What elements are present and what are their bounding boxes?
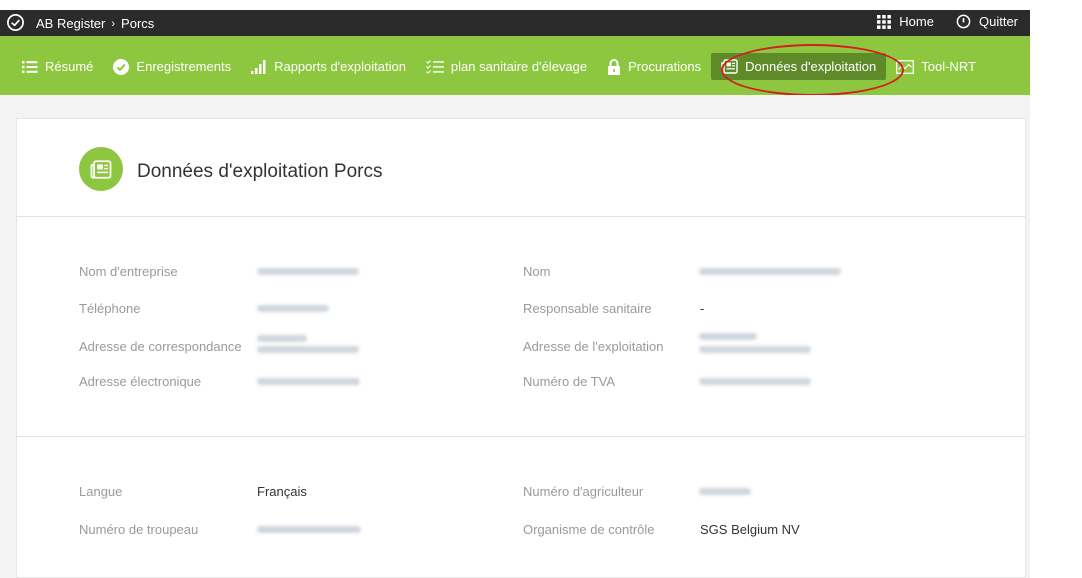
home-link[interactable]: Home xyxy=(877,14,934,29)
newspaper-icon xyxy=(721,59,738,74)
breadcrumb-separator: › xyxy=(111,17,116,30)
nav-procurations[interactable]: Procurations xyxy=(597,53,711,80)
vat-label: Numéro de TVA xyxy=(523,374,616,389)
farmer-number-value-redacted xyxy=(699,488,751,495)
check-circle-icon xyxy=(113,58,130,75)
nav-rapports[interactable]: Rapports d'exploitation xyxy=(241,53,416,80)
content-area: Données d'exploitation Porcs Nom d'entre… xyxy=(0,95,1030,578)
corr-address-line1-redacted xyxy=(257,335,307,342)
home-label: Home xyxy=(899,14,934,29)
phone-label: Téléphone xyxy=(79,301,141,316)
nav-resume[interactable]: Résumé xyxy=(12,53,103,80)
nav-donnees-exploitation[interactable]: Données d'exploitation xyxy=(711,53,887,80)
farm-data-card: Données d'exploitation Porcs Nom d'entre… xyxy=(16,118,1026,578)
control-org-label: Organisme de contrôle xyxy=(523,522,655,537)
herd-number-label: Numéro de troupeau xyxy=(79,522,199,537)
email-label: Adresse électronique xyxy=(79,374,202,389)
admin-section: Langue Français Numéro de troupeau Numér… xyxy=(17,437,1025,577)
nav-enregistrements[interactable]: Enregistrements xyxy=(103,53,241,80)
page-title: Données d'exploitation Porcs xyxy=(137,161,383,182)
lock-icon xyxy=(608,58,621,75)
checklist-icon xyxy=(425,59,444,74)
nav-rapports-label: Rapports d'exploitation xyxy=(274,59,406,74)
vat-value-redacted xyxy=(699,378,811,385)
language-label: Langue xyxy=(79,484,123,499)
farm-address-label: Adresse de l'exploitation xyxy=(523,339,664,354)
card-header: Données d'exploitation Porcs xyxy=(17,119,1025,217)
nav-plan-sanitaire-label: plan sanitaire d'élevage xyxy=(450,59,588,74)
farm-address-line1-redacted xyxy=(699,333,757,340)
nav-enregistrements-label: Enregistrements xyxy=(136,59,232,74)
newspaper-icon xyxy=(79,147,123,191)
control-org-value: SGS Belgium NV xyxy=(700,522,800,537)
breadcrumb-root[interactable]: AB Register xyxy=(36,16,105,31)
quit-label: Quitter xyxy=(978,14,1018,29)
bar-chart-icon xyxy=(251,59,266,74)
language-value: Français xyxy=(257,484,307,499)
herd-number-value-redacted xyxy=(257,526,361,533)
farm-address-line2-redacted xyxy=(699,346,811,353)
power-icon xyxy=(956,14,971,29)
nav-tool-nrt-label: Tool-NRT xyxy=(921,59,976,74)
nav-tool-nrt[interactable]: Tool-NRT xyxy=(886,53,986,80)
quit-link[interactable]: Quitter xyxy=(956,14,1018,29)
email-value-redacted xyxy=(257,378,360,385)
grid-icon xyxy=(877,14,892,29)
corr-address-line2-redacted xyxy=(257,346,359,353)
nav-plan-sanitaire[interactable]: plan sanitaire d'élevage xyxy=(416,53,597,80)
health-responsible-value: - xyxy=(700,301,705,316)
farmer-number-label: Numéro d'agriculteur xyxy=(523,484,644,499)
line-chart-icon xyxy=(896,59,915,74)
check-circle-logo-icon[interactable] xyxy=(6,13,25,32)
name-value-redacted xyxy=(699,268,841,275)
contact-section: Nom d'entreprise Téléphone Adresse de co… xyxy=(17,217,1025,437)
top-bar: AB Register › Porcs Home Quitter xyxy=(0,10,1030,36)
health-responsible-label: Responsable sanitaire xyxy=(523,301,652,316)
name-label: Nom xyxy=(523,264,551,279)
main-nav: Résumé Enregistrements Rapports d'exploi… xyxy=(0,36,1030,95)
nav-procurations-label: Procurations xyxy=(628,59,702,74)
nav-donnees-exploitation-label: Données d'exploitation xyxy=(745,59,877,74)
company-name-value-redacted xyxy=(257,268,359,275)
list-icon xyxy=(22,60,38,73)
company-name-label: Nom d'entreprise xyxy=(79,264,178,279)
breadcrumb-current: Porcs xyxy=(121,16,155,31)
nav-resume-label: Résumé xyxy=(45,59,94,74)
corr-address-label: Adresse de correspondance xyxy=(79,339,242,354)
phone-value-redacted xyxy=(257,305,329,312)
breadcrumb: AB Register › Porcs xyxy=(36,16,154,31)
